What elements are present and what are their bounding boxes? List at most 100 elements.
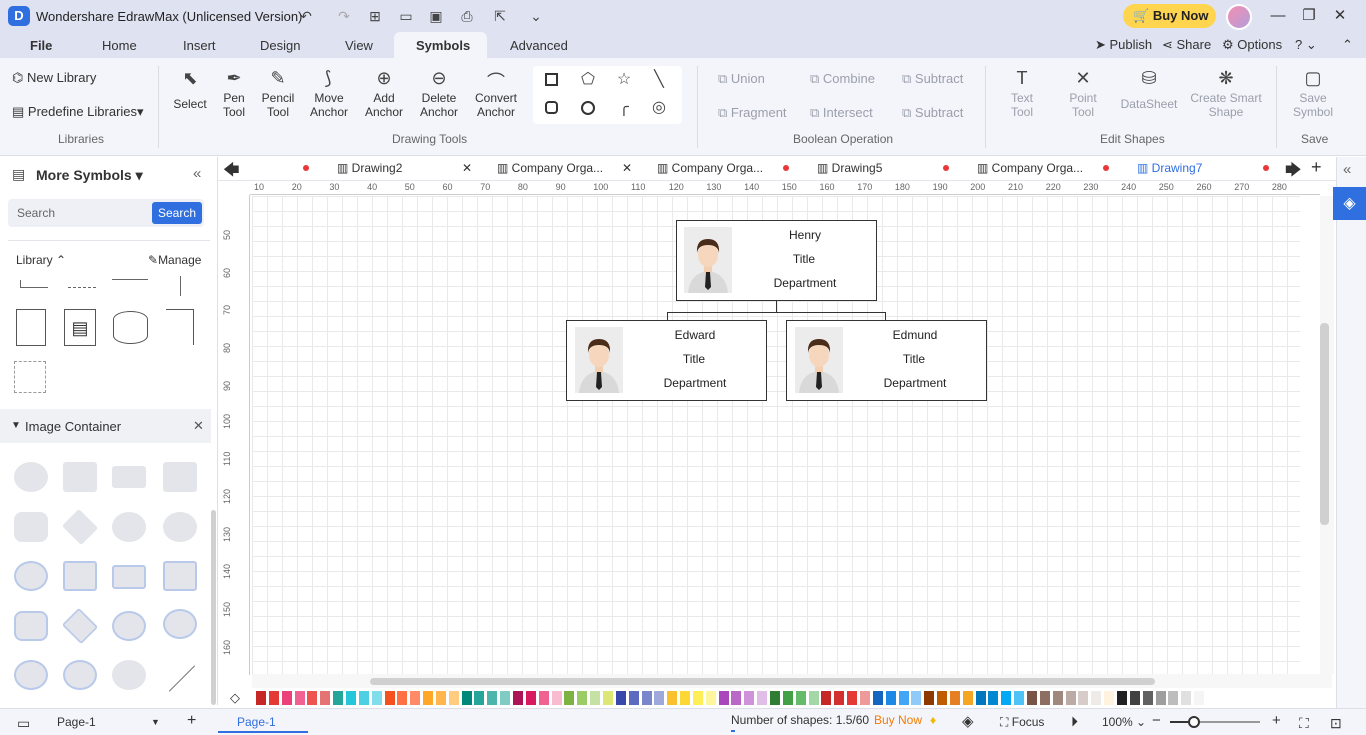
color-swatch[interactable] (333, 691, 344, 705)
color-swatch[interactable] (1116, 691, 1127, 705)
image-container-thumb[interactable] (63, 561, 97, 591)
menu-advanced[interactable]: Advanced (510, 38, 568, 53)
color-swatch[interactable] (1052, 691, 1063, 705)
image-container-thumb[interactable] (63, 462, 97, 492)
color-swatch[interactable] (384, 691, 395, 705)
spiral-icon[interactable]: ◎ (649, 97, 669, 117)
page-view-icon[interactable]: ▭ (17, 715, 30, 732)
color-swatch[interactable] (692, 691, 703, 705)
color-swatch[interactable] (294, 691, 305, 705)
print-icon[interactable]: ⎙ (457, 6, 477, 26)
color-swatch[interactable] (525, 691, 536, 705)
union-button[interactable]: ⧉ Union (718, 71, 765, 87)
color-swatch[interactable] (808, 691, 819, 705)
panel-scrollbar[interactable] (211, 510, 216, 705)
help-button[interactable]: ? ⌄ (1295, 37, 1317, 53)
text-tool-button[interactable]: Text Tool (1000, 91, 1044, 119)
color-swatch[interactable] (885, 691, 896, 705)
select-tool[interactable]: Select (168, 97, 212, 111)
color-swatch[interactable] (371, 691, 382, 705)
color-swatch[interactable] (602, 691, 613, 705)
color-swatch[interactable] (1181, 691, 1192, 705)
redo-icon[interactable]: ↷ (334, 6, 354, 26)
rounded-rectangle-icon[interactable] (545, 101, 558, 114)
color-swatch[interactable] (770, 691, 780, 705)
fragment-button[interactable]: ⧉ Fragment (718, 105, 787, 121)
move-anchor-tool[interactable]: Move Anchor (303, 91, 355, 119)
pen-tool[interactable]: Pen Tool (212, 91, 256, 119)
share-button[interactable]: ⋖ Share (1162, 37, 1211, 53)
close-category-icon[interactable]: ✕ (193, 418, 204, 434)
color-swatch[interactable] (435, 691, 446, 705)
color-swatch[interactable] (641, 691, 652, 705)
zoom-out-icon[interactable]: − (1152, 712, 1161, 729)
color-swatch[interactable] (1027, 691, 1037, 705)
play-icon[interactable]: ⏵ (1071, 713, 1078, 730)
color-swatch[interactable] (872, 691, 883, 705)
menu-home[interactable]: Home (102, 38, 137, 53)
rectangle-icon[interactable] (545, 73, 558, 86)
menu-insert[interactable]: Insert (183, 38, 216, 53)
library-toggle[interactable]: Library ⌃ (16, 253, 66, 267)
close-icon[interactable]: ✕ (1328, 6, 1352, 26)
color-swatch[interactable] (423, 691, 434, 705)
menu-file[interactable]: File (30, 38, 52, 53)
color-swatch[interactable] (281, 691, 292, 705)
open-folder-icon[interactable]: ▭ (396, 6, 416, 26)
layers-icon[interactable]: ◈ (962, 712, 974, 730)
image-container-thumb[interactable] (163, 561, 197, 591)
tab-drawing5[interactable]: ▥ Drawing5 (817, 161, 882, 175)
color-swatch[interactable] (345, 691, 356, 705)
menu-design[interactable]: Design (260, 38, 300, 53)
add-anchor-tool[interactable]: Add Anchor (358, 91, 410, 119)
color-swatch[interactable] (307, 691, 318, 705)
page-select[interactable]: Page-1 ▼ (57, 715, 161, 729)
dashed-connector-symbol[interactable] (68, 282, 96, 288)
expand-right-panel-icon[interactable]: « (1343, 161, 1351, 178)
color-swatch[interactable] (1142, 691, 1153, 705)
cylinder-symbol[interactable] (113, 311, 148, 344)
manage-button[interactable]: ✎Manage (148, 253, 201, 267)
tab-company-org-2[interactable]: ▥ Company Orga... (657, 161, 763, 175)
color-swatch[interactable] (975, 691, 986, 705)
options-button[interactable]: ⚙ Options (1222, 37, 1282, 53)
publish-button[interactable]: ➤ Publish (1095, 37, 1152, 53)
color-swatch[interactable] (500, 691, 511, 705)
image-container-thumb[interactable] (163, 462, 197, 492)
color-swatch[interactable] (397, 691, 408, 705)
subtract-button[interactable]: ⧉ Subtract (902, 71, 963, 87)
customize-dropdown-icon[interactable]: ⌄ (526, 6, 546, 26)
color-swatch[interactable] (1039, 691, 1050, 705)
color-swatch[interactable] (358, 691, 369, 705)
color-swatch[interactable] (487, 691, 498, 705)
search-button[interactable]: Search (152, 202, 202, 224)
collapse-ribbon-icon[interactable]: ⌃ (1342, 37, 1353, 53)
color-swatch[interactable] (795, 691, 806, 705)
create-smart-shape-button[interactable]: Create Smart Shape (1186, 91, 1266, 119)
avatar[interactable] (1226, 4, 1252, 30)
collapse-panel-icon[interactable]: « (193, 165, 201, 182)
image-container-thumb[interactable] (163, 512, 197, 542)
close-tab-icon[interactable]: ✕ (462, 161, 472, 175)
image-container-thumb[interactable] (112, 466, 146, 488)
convert-anchor-tool[interactable]: Convert Anchor (468, 91, 524, 119)
horizontal-scroll-thumb[interactable] (370, 678, 1155, 685)
page-tab-1[interactable]: Page-1 (237, 715, 276, 729)
color-swatch[interactable] (757, 691, 768, 705)
color-swatch[interactable] (1091, 691, 1102, 705)
color-swatch[interactable] (474, 691, 485, 705)
circle-icon[interactable] (581, 101, 595, 115)
color-swatch[interactable] (924, 691, 935, 705)
color-swatch[interactable] (590, 691, 601, 705)
color-swatch[interactable] (1065, 691, 1076, 705)
arc-icon[interactable]: ╭ (614, 97, 634, 117)
image-container-thumb[interactable] (14, 611, 48, 641)
image-container-thumb[interactable] (14, 660, 48, 690)
color-swatch[interactable] (615, 691, 626, 705)
color-swatch[interactable] (782, 691, 793, 705)
more-symbols-button[interactable]: More Symbols ▾ (36, 167, 143, 184)
menu-view[interactable]: View (345, 38, 373, 53)
image-container-thumb[interactable] (112, 565, 146, 589)
predefine-libraries-button[interactable]: ▤ Predefine Libraries▾ (12, 104, 144, 120)
tab-drawing2[interactable]: ▥ Drawing2 (337, 161, 402, 175)
